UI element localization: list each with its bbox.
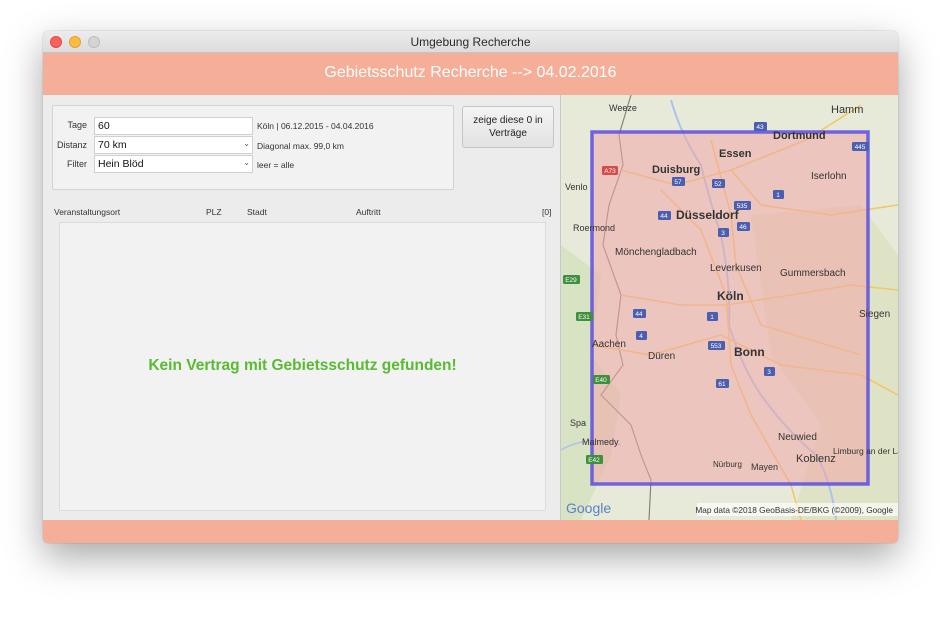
road-shield: 1 [776,192,780,199]
chevron-down-icon: ⌄ [243,139,250,148]
road-shield: 4 [639,333,643,340]
diagonal-hint: Diagonal max. 99,0 km [257,141,344,151]
city-label: Bonn [734,345,765,359]
city-label: Düsseldorf [676,208,740,222]
city-label: Dortmund [773,130,826,142]
road-shield: E29 [565,277,577,284]
city-label: Spa [570,418,586,428]
city-label: Siegen [859,309,890,320]
results-table[interactable]: Kein Vertrag mit Gebietsschutz gefunden! [59,222,546,511]
city-label: Neuwied [778,432,817,443]
city-label: Weeze [609,103,637,113]
distanz-value: 70 km [98,139,127,151]
search-panel: Tage Köln | 06.12.2015 - 04.04.2016 Dist… [43,95,561,520]
map-view[interactable]: Weeze Hamm Dortmund Essen Duisburg Venlo… [561,95,898,520]
filter-value: Hein Blöd [98,158,144,170]
city-label: Iserlohn [811,171,847,182]
result-count: [0] [542,207,552,217]
city-label: Düren [648,351,675,362]
city-label: Duisburg [652,164,700,176]
filter-box: Tage Köln | 06.12.2015 - 04.04.2016 Dist… [52,105,454,190]
column-header-auftritt[interactable]: Auftritt [356,207,381,217]
distanz-select[interactable]: 70 km ⌄ [94,136,253,154]
road-shield: 61 [718,381,726,388]
road-shield: 43 [756,124,764,131]
city-label: Leverkusen [710,263,762,274]
city-label: Koblenz [796,453,836,465]
filter-hint: leer = alle [257,160,295,170]
column-header-plz[interactable]: PLZ [206,207,222,217]
city-label: Malmedy [582,437,619,447]
header-banner: Gebietsschutz Recherche --> 04.02.2016 [43,53,898,95]
window-title: Umgebung Recherche [410,35,531,49]
road-shield: 1 [710,314,714,321]
tage-input[interactable] [94,117,253,135]
road-shield: 3 [721,230,725,237]
road-shield: 3 [767,369,771,376]
road-shield: 57 [674,179,682,186]
city-label: Aachen [592,339,626,350]
show-button-line2: Verträge [489,128,527,139]
road-shield: 445 [855,144,866,151]
column-header-venue[interactable]: Veranstaltungsort [54,207,120,217]
city-label: Köln [717,289,744,303]
map-attribution: Map data ©2018 GeoBasis-DE/BKG (©2009), … [695,505,893,515]
road-shield: 44 [660,213,668,220]
footer-bar [43,520,898,543]
city-label: Limburg an der Lahn [833,446,898,456]
column-header-city[interactable]: Stadt [247,207,267,217]
city-label: Nürburg [713,460,742,469]
city-label: Roermond [573,223,615,233]
road-shield: 44 [635,311,643,318]
title-bar[interactable]: Umgebung Recherche [43,31,898,53]
filter-label: Filter [67,159,87,169]
show-contracts-button[interactable]: zeige diese 0 in Verträge [462,106,554,148]
road-shield: 553 [711,343,722,350]
road-shield: 52 [714,181,722,188]
city-label: Hamm [831,104,863,116]
road-shield: 46 [739,224,747,231]
show-button-line1: zeige diese 0 in [473,115,543,126]
date-range-hint: Köln | 06.12.2015 - 04.04.2016 [257,121,374,131]
city-label: Mayen [751,462,778,472]
road-shield: 535 [737,203,748,210]
empty-message: Kein Vertrag mit Gebietsschutz gefunden! [148,357,457,374]
map-canvas: Weeze Hamm Dortmund Essen Duisburg Venlo… [561,95,898,520]
map-logo: Google [566,500,611,516]
city-label: Gummersbach [780,268,846,279]
page-title: Gebietsschutz Recherche --> 04.02.2016 [324,64,617,81]
filter-select[interactable]: Hein Blöd ⌄ [94,155,253,173]
distanz-label: Distanz [56,140,87,150]
city-label: Venlo [565,182,588,192]
road-shield: A73 [604,168,616,175]
road-shield: E42 [588,457,600,464]
chevron-down-icon: ⌄ [243,158,250,167]
road-shield: E31 [578,314,590,321]
city-label: Mönchengladbach [615,247,697,258]
road-shield: E40 [595,377,607,384]
search-region [592,132,868,484]
city-label: Essen [719,148,752,160]
app-window: Umgebung Recherche Gebietsschutz Recherc… [43,31,898,543]
tage-label: Tage [67,120,87,130]
